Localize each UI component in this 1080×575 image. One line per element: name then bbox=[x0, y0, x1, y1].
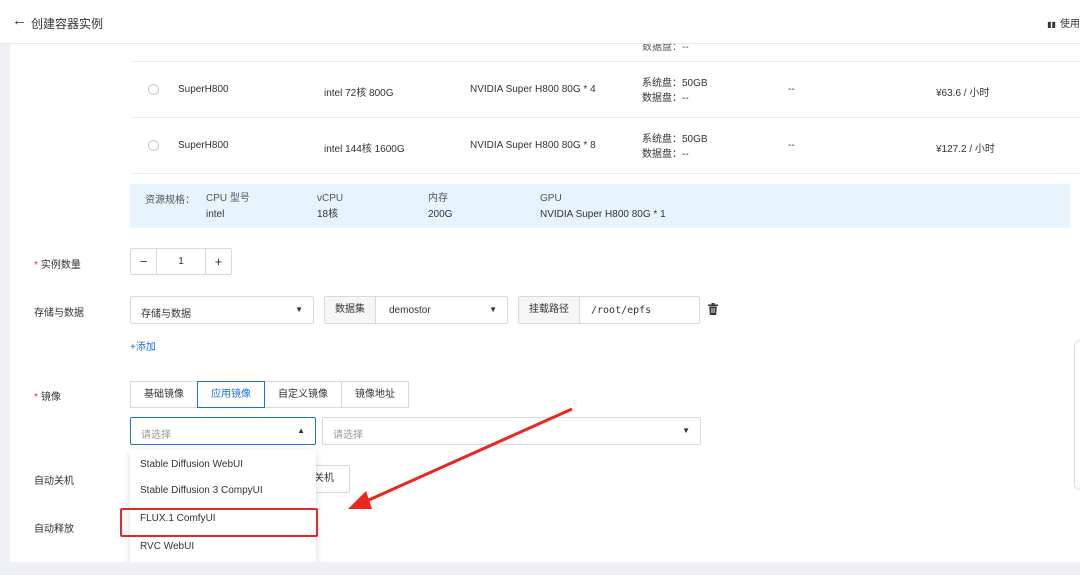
tab-base-image[interactable]: 基础镜像 bbox=[130, 381, 198, 408]
spec-memory: 内存 200G bbox=[428, 191, 452, 223]
mount-path-value: /root/epfs bbox=[591, 305, 652, 316]
spec-cpu-model: CPU 型号 intel bbox=[206, 191, 250, 223]
table-row[interactable]: SuperH800 intel 144核 1600G NVIDIA Super … bbox=[130, 118, 1080, 174]
dropdown-option[interactable]: Stable Diffusion WebUI bbox=[140, 459, 243, 470]
spec-vcpu: vCPU 18核 bbox=[317, 191, 343, 223]
increment-button[interactable]: + bbox=[206, 249, 231, 274]
storage-type-value: 存储与数据 bbox=[141, 309, 191, 320]
auto-shutdown-label: 自动关机 bbox=[34, 476, 74, 487]
dataset-value: demostor bbox=[389, 305, 431, 316]
caret-down-icon: ▼ bbox=[489, 305, 497, 314]
gpu-spec-table: 数据盘：-- SuperH800 intel 72核 800G NVIDIA S… bbox=[130, 44, 1080, 174]
arrow-left-icon[interactable]: ← bbox=[12, 13, 27, 29]
resource-spec-box: 资源规格： CPU 型号 intel vCPU 18核 内存 200G GPU … bbox=[130, 184, 1070, 228]
caret-up-icon: ▲ bbox=[297, 426, 305, 435]
cpu-spec: intel 144核 1600G bbox=[324, 144, 405, 155]
app-image-placeholder: 请选择 bbox=[141, 430, 171, 441]
app-image-dropdown: Stable Diffusion WebUI Stable Diffusion … bbox=[130, 450, 316, 562]
image-label: * 镜像 bbox=[34, 388, 61, 403]
image-version-select[interactable]: 请选择 ▼ bbox=[322, 417, 701, 445]
cpu-spec: intel 72核 800G bbox=[324, 88, 394, 99]
caret-down-icon: ▼ bbox=[682, 426, 690, 435]
tab-image-address[interactable]: 镜像地址 bbox=[341, 381, 409, 408]
decrement-button[interactable]: − bbox=[131, 249, 156, 274]
required-mark: * bbox=[34, 260, 38, 271]
storage-type-select[interactable]: 存储与数据 ▼ bbox=[130, 296, 314, 324]
spec-value: 18核 bbox=[317, 209, 339, 220]
dropdown-option[interactable]: Stable Diffusion 3 CompyUI bbox=[140, 485, 263, 496]
image-version-placeholder: 请选择 bbox=[333, 430, 363, 441]
gpu-spec: NVIDIA Super H800 80G * 4 bbox=[470, 84, 596, 95]
disk-spec: 系统盘：50GB 数据盘：-- bbox=[642, 132, 708, 162]
instance-count-label: * 实例数量 bbox=[34, 256, 81, 271]
gpu-name: SuperH800 bbox=[178, 84, 229, 95]
row-radio[interactable] bbox=[148, 140, 159, 151]
system-disk: 系统盘：50GB bbox=[642, 134, 708, 145]
spec-header: CPU 型号 bbox=[206, 193, 250, 204]
page-title: 创建容器实例 bbox=[31, 17, 104, 31]
spec-header: 内存 bbox=[428, 193, 448, 204]
spec-label: 资源规格： bbox=[145, 195, 195, 206]
spec-header: vCPU bbox=[317, 193, 344, 204]
quantity-stepper: − 1 + bbox=[130, 248, 232, 275]
quantity-value[interactable]: 1 bbox=[156, 249, 206, 274]
caret-down-icon: ▼ bbox=[295, 305, 303, 314]
row-radio[interactable] bbox=[148, 84, 159, 95]
extra-cell: -- bbox=[788, 140, 795, 151]
data-disk: 数据盘：-- bbox=[642, 93, 689, 104]
spec-value: 200G bbox=[428, 209, 453, 220]
partial-data-disk: 数据盘：-- bbox=[642, 44, 689, 53]
doc-link-label: 使用 bbox=[1060, 19, 1080, 30]
spec-gpu: GPU NVIDIA Super H800 80G * 1 bbox=[540, 191, 666, 223]
storage-label: 存储与数据 bbox=[34, 308, 84, 319]
gpu-spec: NVIDIA Super H800 80G * 8 bbox=[470, 140, 596, 151]
mount-path-field[interactable]: 挂载路径 /root/epfs bbox=[518, 296, 700, 324]
price: ¥63.6 / 小时 bbox=[936, 88, 990, 99]
required-mark: * bbox=[34, 392, 38, 403]
table-row-partial: 数据盘：-- bbox=[130, 44, 1080, 62]
book-icon: ▮▮ bbox=[1047, 20, 1056, 29]
image-label-text: 镜像 bbox=[40, 392, 61, 403]
annotation-highlight-box bbox=[120, 508, 318, 537]
spec-value: NVIDIA Super H800 80G * 1 bbox=[540, 209, 666, 220]
top-bar: ← 创建容器实例 ▮▮ 使用 bbox=[0, 0, 1080, 44]
disk-spec: 系统盘：50GB 数据盘：-- bbox=[642, 76, 708, 106]
add-storage-link[interactable]: +添加 bbox=[130, 338, 156, 353]
trash-icon[interactable] bbox=[708, 303, 718, 315]
dropdown-option[interactable]: RVC WebUI bbox=[140, 541, 194, 552]
price: ¥127.2 / 小时 bbox=[936, 144, 995, 155]
gpu-name: SuperH800 bbox=[178, 140, 229, 151]
data-disk: 数据盘：-- bbox=[642, 149, 689, 160]
side-panel-tab[interactable] bbox=[1074, 340, 1080, 490]
system-disk: 系统盘：50GB bbox=[642, 78, 708, 89]
extra-cell: -- bbox=[788, 84, 795, 95]
instance-count-label-text: 实例数量 bbox=[40, 260, 81, 271]
form-panel: 数据盘：-- SuperH800 intel 72核 800G NVIDIA S… bbox=[10, 44, 1080, 562]
doc-link[interactable]: ▮▮ 使用 bbox=[1047, 15, 1080, 30]
spec-value: intel bbox=[206, 209, 225, 220]
dataset-addon: 数据集 bbox=[325, 297, 376, 323]
table-row[interactable]: SuperH800 intel 72核 800G NVIDIA Super H8… bbox=[130, 62, 1080, 118]
app-image-select[interactable]: 请选择 ▲ bbox=[130, 417, 316, 445]
image-type-tabs: 基础镜像 应用镜像 自定义镜像 镜像地址 bbox=[130, 381, 409, 408]
tab-custom-image[interactable]: 自定义镜像 bbox=[264, 381, 342, 408]
auto-release-label: 自动释放 bbox=[34, 524, 74, 535]
mount-path-addon: 挂载路径 bbox=[519, 297, 580, 323]
tab-app-image[interactable]: 应用镜像 bbox=[197, 381, 265, 408]
spec-header: GPU bbox=[540, 193, 562, 204]
dataset-select[interactable]: 数据集 demostor ▼ bbox=[324, 296, 508, 324]
